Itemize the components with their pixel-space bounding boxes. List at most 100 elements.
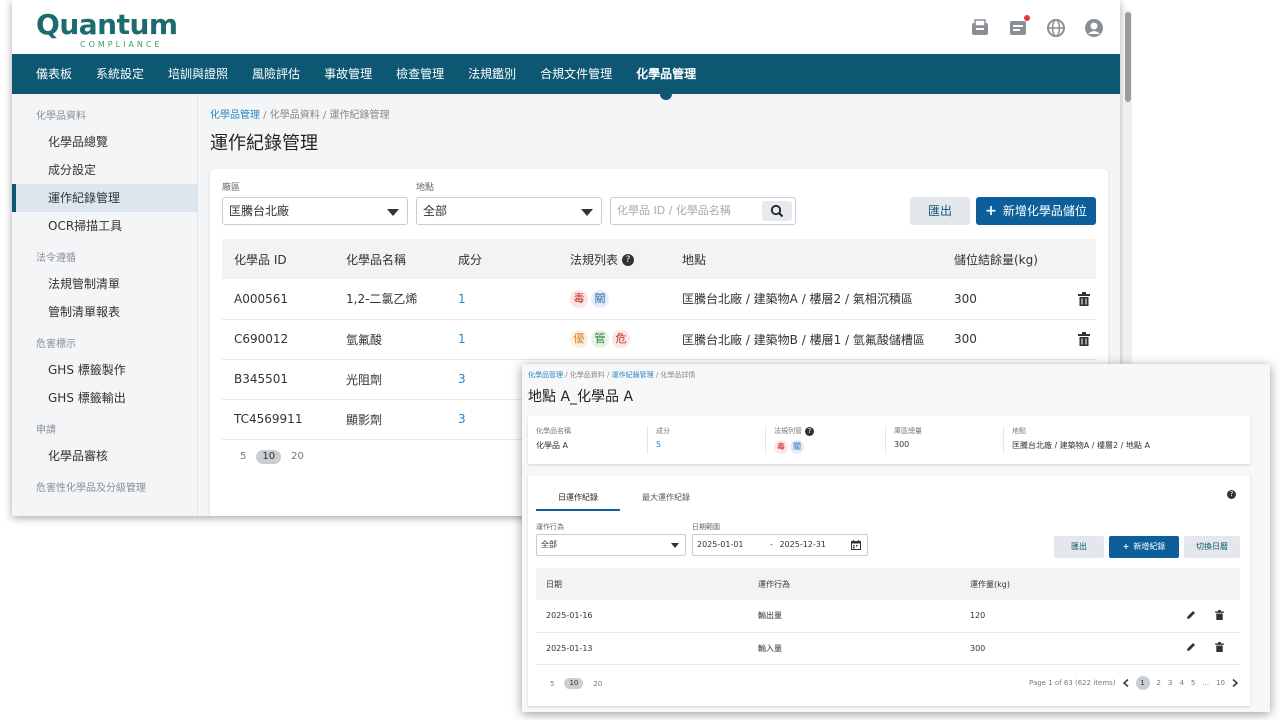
tab-max-records[interactable]: 最大運作紀錄 bbox=[620, 486, 712, 511]
edit-icon[interactable] bbox=[1186, 610, 1196, 620]
plant-filter: 廠區 匡騰台北廠 bbox=[222, 180, 408, 225]
page-size-20[interactable]: 20 bbox=[593, 680, 602, 688]
nav-training[interactable]: 培訓與證照 bbox=[168, 54, 228, 94]
toggle-calendar-button[interactable]: 切換日曆 bbox=[1184, 536, 1240, 558]
page-size-10[interactable]: 10 bbox=[256, 449, 282, 464]
nav-risk[interactable]: 風險評估 bbox=[252, 54, 300, 94]
pagination: Page 1 of 63 (622 items) 1 2 3 4 5 ... 1… bbox=[1029, 676, 1238, 690]
search-button[interactable] bbox=[762, 201, 792, 221]
info-components: 成分 5 bbox=[648, 426, 766, 454]
col-quantity[interactable]: 運作量(kg) bbox=[960, 568, 1176, 600]
page-info: Page 1 of 63 (622 items) bbox=[1029, 679, 1116, 687]
col-balance[interactable]: 儲位結餘量(kg) bbox=[942, 239, 1066, 279]
notification-icon[interactable] bbox=[1008, 15, 1030, 38]
delete-button[interactable] bbox=[1066, 279, 1096, 320]
nav-chemicals[interactable]: 化學品管理 bbox=[636, 54, 696, 100]
page-10[interactable]: 10 bbox=[1216, 679, 1225, 687]
scrollbar-thumb[interactable] bbox=[1125, 12, 1131, 102]
globe-icon[interactable] bbox=[1046, 18, 1066, 38]
help-icon[interactable]: ? bbox=[622, 254, 635, 266]
col-chem-id[interactable]: 化學品 ID bbox=[222, 239, 334, 279]
sidebar-item-ghs-create[interactable]: GHS 標籤製作 bbox=[12, 356, 197, 384]
nav-inspection[interactable]: 檢查管理 bbox=[396, 54, 444, 94]
page-5[interactable]: 5 bbox=[1191, 679, 1195, 687]
chevron-right-icon[interactable] bbox=[1232, 679, 1238, 687]
search-input[interactable]: 化學品 ID / 化學品名稱 bbox=[610, 197, 796, 225]
inbox-icon[interactable] bbox=[970, 18, 990, 38]
cell-date: 2025-01-16 bbox=[536, 600, 748, 633]
sidebar-item-control-report[interactable]: 管制清單報表 bbox=[12, 298, 197, 326]
info-components-link[interactable]: 5 bbox=[656, 440, 765, 449]
table-row[interactable]: C690012 氫氟酸 1 優管危 匡騰台北廠 / 建築物B / 樓層1 / 氫… bbox=[222, 319, 1096, 360]
calendar-icon[interactable] bbox=[851, 540, 861, 550]
info-label: 化學品名稱 bbox=[536, 427, 571, 435]
page-4[interactable]: 4 bbox=[1179, 679, 1183, 687]
table-row[interactable]: A000561 1,2-二氯乙烯 1 毒關 匡騰台北廠 / 建築物A / 樓層2… bbox=[222, 279, 1096, 320]
nav-incident[interactable]: 事故管理 bbox=[324, 54, 372, 94]
table-row[interactable]: 2025-01-16 輸出量 120 bbox=[536, 600, 1240, 633]
component-link[interactable]: 3 bbox=[458, 412, 466, 426]
breadcrumb-link[interactable]: 化學品管理 bbox=[528, 371, 563, 379]
page-2[interactable]: 2 bbox=[1157, 679, 1161, 687]
trash-icon[interactable] bbox=[1214, 609, 1224, 620]
sidebar-item-components[interactable]: 成分設定 bbox=[12, 156, 197, 184]
component-link[interactable]: 1 bbox=[458, 332, 466, 346]
nav-dashboard[interactable]: 儀表板 bbox=[36, 54, 72, 94]
sidebar-item-operation-records[interactable]: 運作紀錄管理 bbox=[12, 184, 197, 212]
col-components[interactable]: 成分 bbox=[446, 239, 558, 279]
col-date[interactable]: 日期 bbox=[536, 568, 748, 600]
sidebar-item-control-list[interactable]: 法規管制清單 bbox=[12, 270, 197, 298]
window-scrollbar[interactable] bbox=[1122, 10, 1132, 366]
col-chem-name[interactable]: 化學品名稱 bbox=[334, 239, 446, 279]
breadcrumb-sep: / 化學品資料 / bbox=[563, 371, 612, 379]
delete-button[interactable] bbox=[1066, 319, 1096, 360]
action-select[interactable]: 全部 bbox=[536, 534, 686, 556]
col-location[interactable]: 地點 bbox=[670, 239, 942, 279]
col-action[interactable]: 運作行為 bbox=[748, 568, 960, 600]
sidebar-item-ocr[interactable]: OCR掃描工具 bbox=[12, 212, 197, 240]
breadcrumb-link[interactable]: 化學品管理 bbox=[210, 110, 260, 121]
page-3[interactable]: 3 bbox=[1168, 679, 1172, 687]
edit-icon[interactable] bbox=[1186, 642, 1196, 652]
page-size-20[interactable]: 20 bbox=[291, 451, 304, 462]
col-regulations[interactable]: 法規列表? bbox=[558, 239, 670, 279]
cell-date: 2025-01-13 bbox=[536, 632, 748, 665]
trash-icon[interactable] bbox=[1214, 642, 1224, 652]
component-link[interactable]: 3 bbox=[458, 372, 466, 386]
user-avatar-icon[interactable] bbox=[1084, 18, 1104, 38]
search-icon bbox=[770, 204, 784, 218]
tab-daily-records[interactable]: 日運作紀錄 bbox=[536, 486, 620, 511]
filter-bar: 廠區 匡騰台北廠 地點 全部 化學品 ID / 化學品名稱 匯出 + 新增化學品… bbox=[222, 181, 1096, 225]
cell-quantity: 120 bbox=[960, 600, 1176, 633]
export-button[interactable]: 匯出 bbox=[910, 197, 970, 225]
help-icon[interactable]: ? bbox=[805, 427, 814, 436]
detail-export-button[interactable]: 匯出 bbox=[1054, 536, 1104, 558]
page-1[interactable]: 1 bbox=[1135, 676, 1150, 690]
page-size-5[interactable]: 5 bbox=[550, 680, 554, 688]
page-size-10[interactable]: 10 bbox=[564, 678, 584, 689]
chevron-left-icon[interactable] bbox=[1122, 679, 1129, 687]
brand-logo[interactable]: Quantum COMPLIANCE bbox=[36, 8, 178, 50]
table-row[interactable]: 2025-01-13 輸入量 300 bbox=[536, 632, 1240, 665]
sidebar-item-ghs-export[interactable]: GHS 標籤輸出 bbox=[12, 384, 197, 412]
help-icon[interactable]: ? bbox=[1227, 490, 1236, 499]
record-tabs: 日運作紀錄 最大運作紀錄 bbox=[536, 486, 712, 511]
site-select[interactable]: 全部 bbox=[416, 197, 602, 225]
page-ellipsis: ... bbox=[1202, 679, 1210, 687]
nav-documents[interactable]: 合規文件管理 bbox=[540, 54, 612, 94]
add-storage-button[interactable]: + 新增化學品儲位 bbox=[976, 197, 1096, 225]
add-record-button[interactable]: + 新增紀錄 bbox=[1109, 536, 1179, 558]
nav-regulation[interactable]: 法規鑑別 bbox=[468, 54, 516, 94]
breadcrumb-link[interactable]: 運作紀錄管理 bbox=[612, 371, 654, 379]
logo-letter: Q bbox=[36, 8, 60, 41]
sidebar-group-hazard-grading[interactable]: 危害性化學品及分級管理 bbox=[12, 476, 197, 500]
component-link[interactable]: 1 bbox=[458, 292, 466, 306]
site-filter: 地點 全部 bbox=[416, 180, 602, 225]
date-range-input[interactable]: 2025-01-01 - 2025-12-31 bbox=[692, 534, 868, 556]
plant-select[interactable]: 匡騰台北廠 bbox=[222, 197, 408, 225]
nav-system-settings[interactable]: 系統設定 bbox=[96, 54, 144, 94]
detail-page-size-selector: 5 10 20 bbox=[550, 678, 602, 689]
page-size-5[interactable]: 5 bbox=[240, 451, 246, 462]
sidebar-item-overview[interactable]: 化學品總覽 bbox=[12, 128, 197, 156]
sidebar-item-review[interactable]: 化學品審核 bbox=[12, 442, 197, 470]
